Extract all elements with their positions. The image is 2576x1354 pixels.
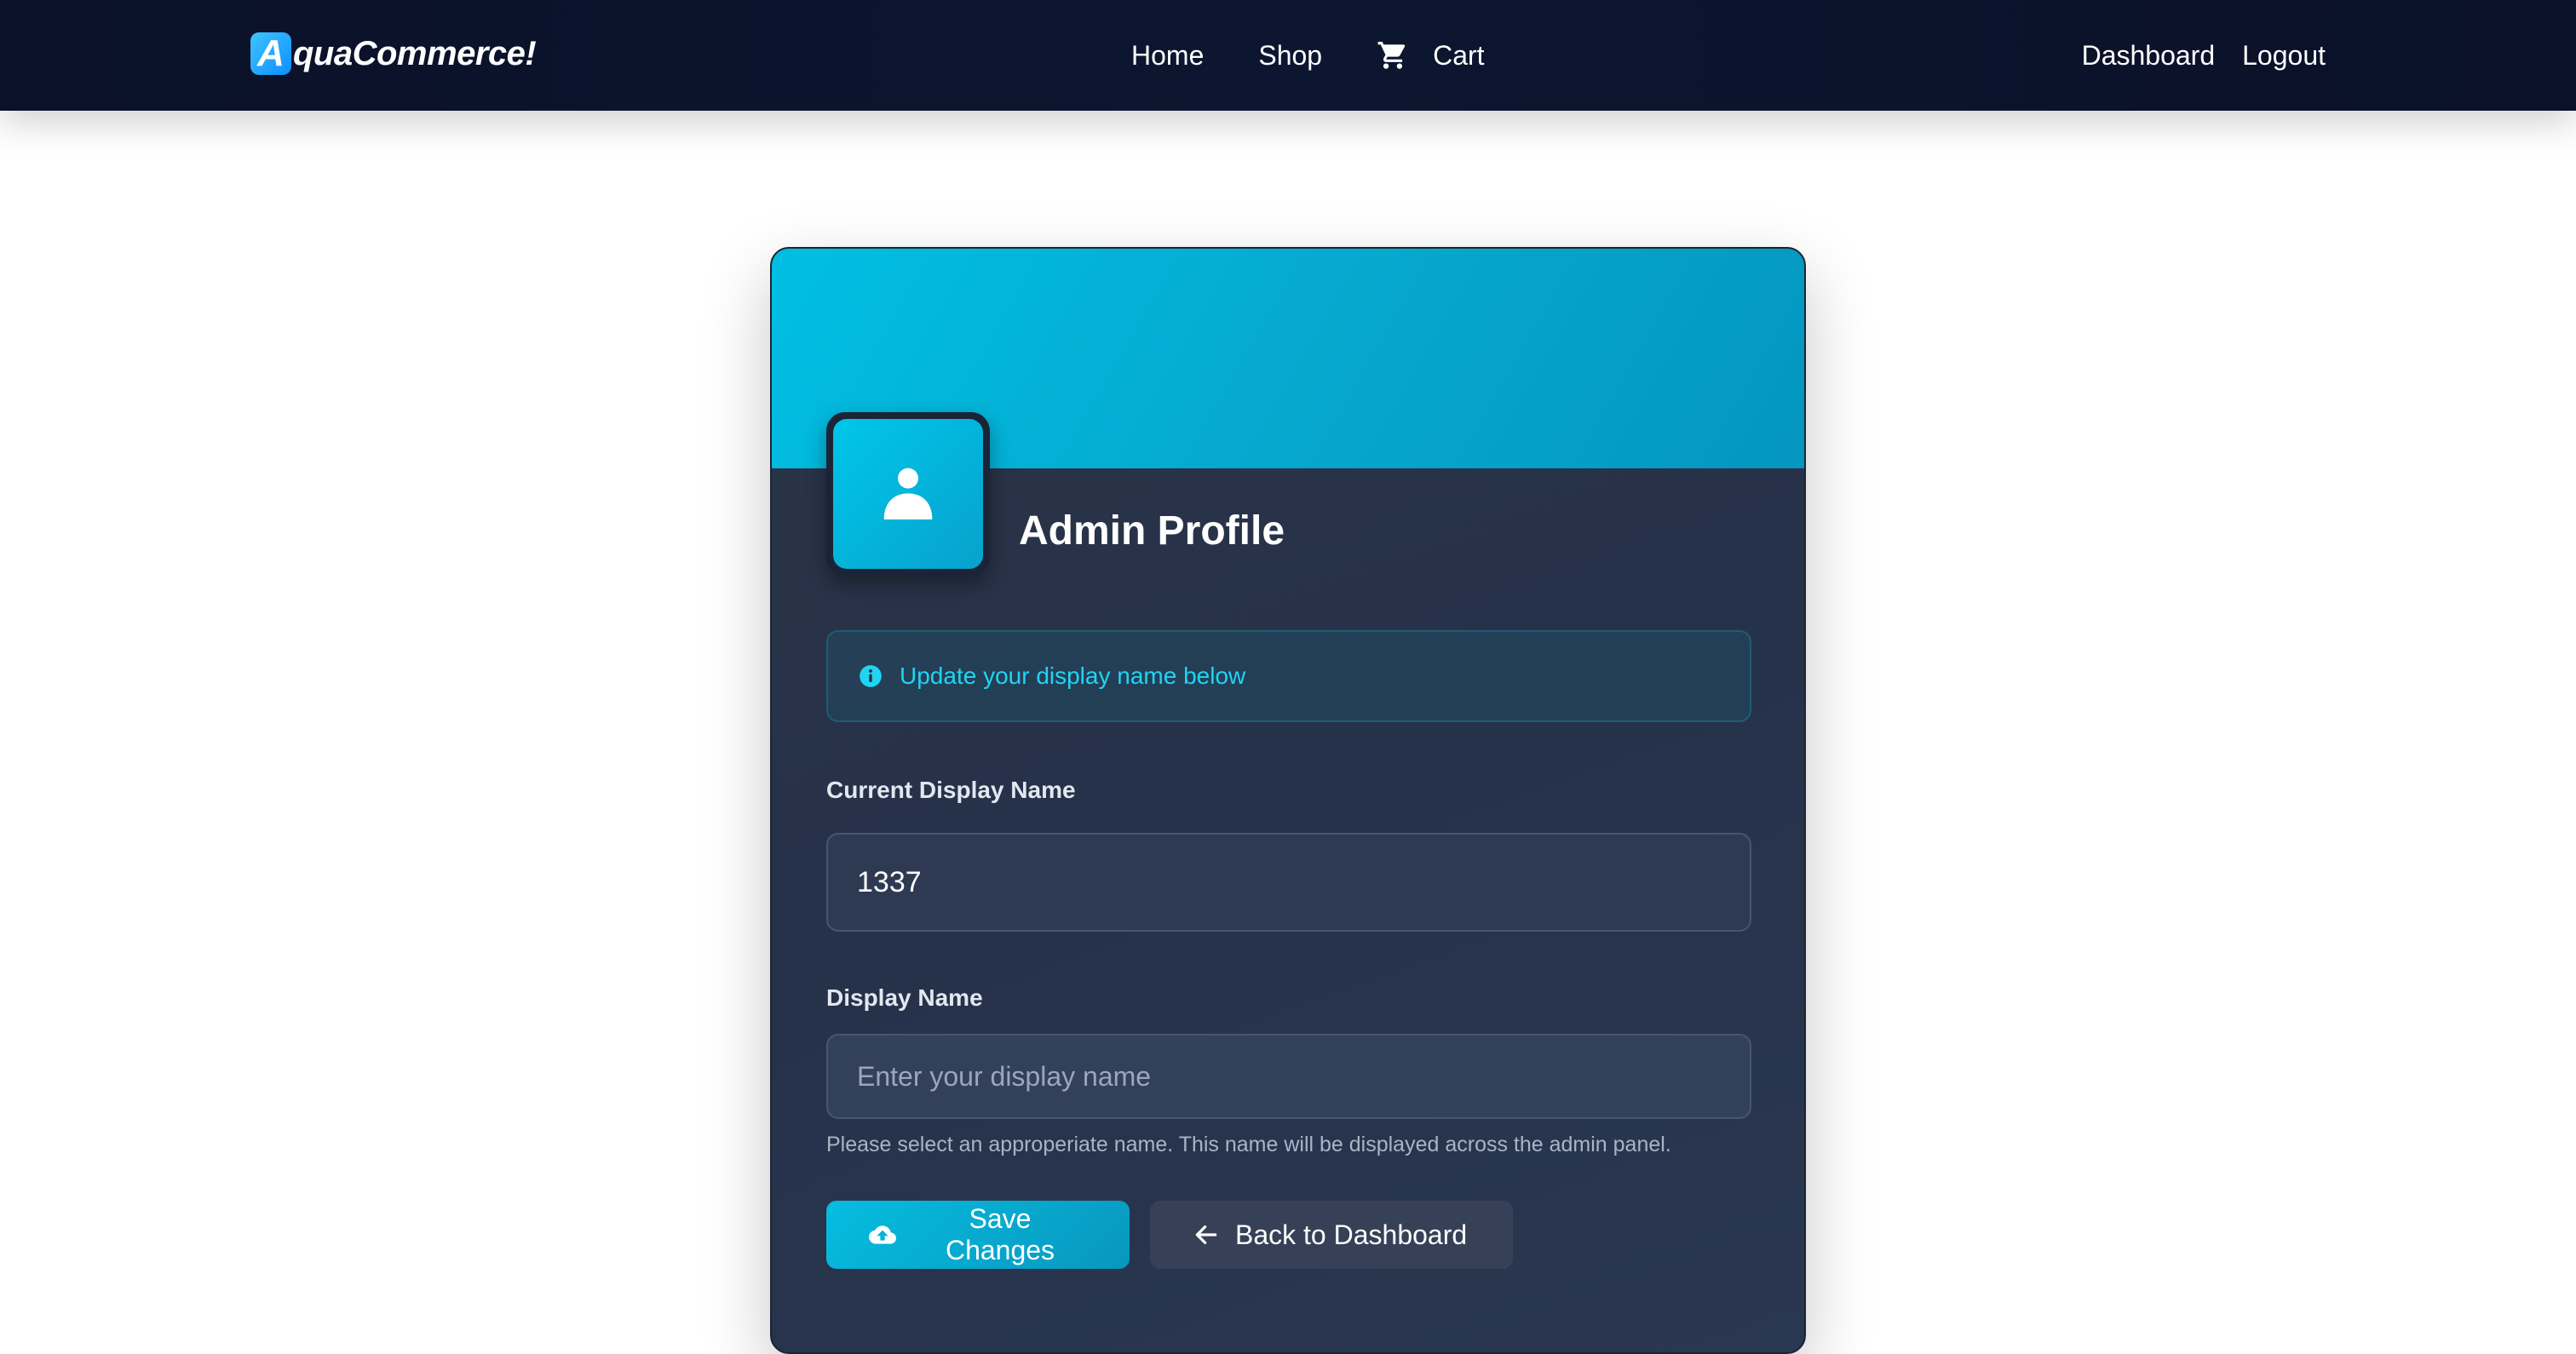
alert-text: Update your display name below [900,663,1246,689]
current-name-field: 1337 [826,833,1751,932]
cloud-upload-icon [869,1225,896,1244]
avatar [826,412,990,576]
page-title: Admin Profile [1019,508,1285,554]
save-changes-label: Save Changes [945,1203,1055,1265]
profile-card: Admin Profile Update your display name b… [770,247,1806,1354]
person-icon [883,468,933,519]
nav-cart-label: Cart [1433,39,1485,71]
avatar-inner [833,419,983,569]
nav-logout-link[interactable]: Logout [2242,40,2326,72]
top-navbar: A quaCommerce! Home Shop Cart Dashboard … [0,0,2576,111]
shopping-cart-icon [1377,42,1406,69]
save-changes-button[interactable]: Save Changes [826,1201,1130,1269]
display-name-help: Please select an approperiate name. This… [826,1133,1671,1156]
arrow-left-icon [1195,1225,1217,1244]
brand-mark: A [250,32,291,75]
display-name-label: Display Name [826,984,983,1011]
info-circle-icon [860,665,882,687]
brand-text: quaCommerce! [293,34,537,72]
account-nav: Dashboard Logout [2082,34,2326,77]
nav-shop-link[interactable]: Shop [1258,40,1322,72]
current-name-label: Current Display Name [826,777,1076,803]
main-nav: Home Shop Cart [1131,34,1485,77]
back-to-dashboard-label: Back to Dashboard [1235,1219,1468,1250]
brand-logo[interactable]: A quaCommerce! [250,32,537,75]
nav-cart-link[interactable]: Cart [1377,39,1485,72]
form-actions: Save Changes Back to Dashboard [826,1201,1513,1269]
nav-dashboard-link[interactable]: Dashboard [2082,40,2216,72]
nav-home-link[interactable]: Home [1131,40,1204,72]
info-alert: Update your display name below [826,630,1751,722]
display-name-input[interactable] [826,1034,1751,1119]
back-to-dashboard-button[interactable]: Back to Dashboard [1150,1201,1513,1269]
